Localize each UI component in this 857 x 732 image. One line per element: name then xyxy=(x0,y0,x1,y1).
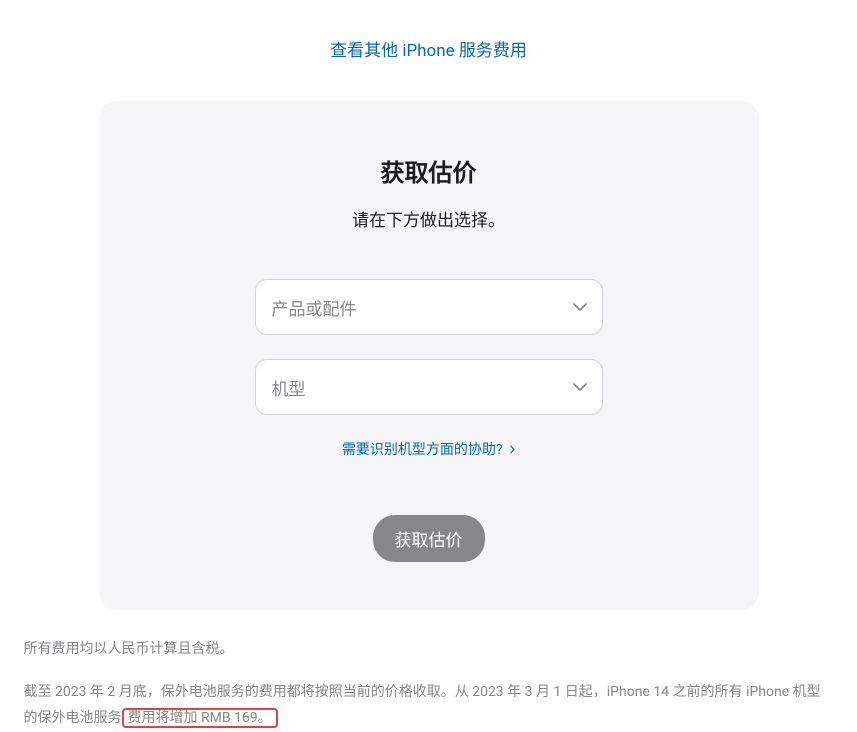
estimate-card: 获取估价 请在下方做出选择。 产品或配件 机型 需要识别机型方面的协助? 获取估… xyxy=(99,101,759,610)
model-select[interactable]: 机型 xyxy=(255,359,603,415)
product-select[interactable]: 产品或配件 xyxy=(255,279,603,335)
chevron-right-icon xyxy=(510,442,515,458)
identify-model-help-link[interactable]: 需要识别机型方面的协助? xyxy=(342,442,515,458)
footnote-price-change: 截至 2023 年 2 月底，保外电池服务的费用都将按照当前的价格收取。从 20… xyxy=(24,679,834,732)
footnote-currency: 所有费用均以人民币计算且含税。 xyxy=(24,636,834,663)
get-estimate-button[interactable]: 获取估价 xyxy=(373,515,485,562)
product-select-placeholder: 产品或配件 xyxy=(272,295,357,320)
card-subtitle: 请在下方做出选择。 xyxy=(139,206,719,231)
help-link-label: 需要识别机型方面的协助? xyxy=(342,442,503,458)
price-increase-highlight: 费用将增加 RMB 169。 xyxy=(122,708,278,728)
footnotes: 所有费用均以人民币计算且含税。 截至 2023 年 2 月底，保外电池服务的费用… xyxy=(16,636,842,732)
card-title: 获取估价 xyxy=(139,153,719,188)
model-select-placeholder: 机型 xyxy=(272,375,306,400)
view-other-fees-link[interactable]: 查看其他 iPhone 服务费用 xyxy=(330,41,527,61)
